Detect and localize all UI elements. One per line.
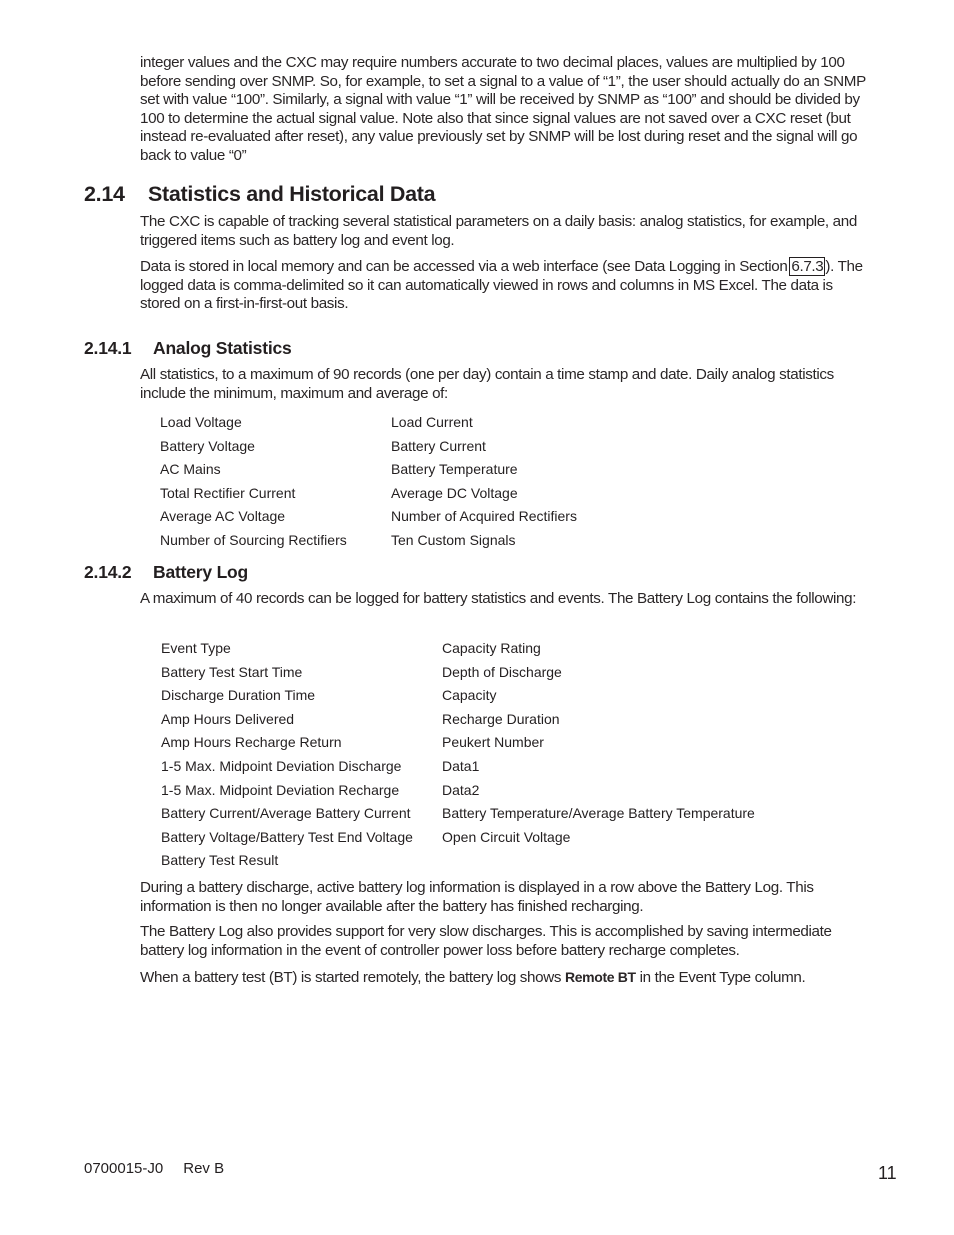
list-row: Amp Hours Delivered Recharge Duration [161, 711, 755, 735]
list-row: Battery Test Result [161, 852, 755, 876]
list-item: Recharge Duration [442, 710, 560, 727]
list-row: Load Voltage Load Current [160, 414, 577, 438]
list-row: Average AC Voltage Number of Acquired Rec… [160, 508, 577, 532]
section-title: Analog Statistics [153, 338, 292, 358]
section-heading-2-14-2: 2.14.2 Battery Log [84, 562, 248, 583]
list-row: Amp Hours Recharge Return Peukert Number [161, 734, 755, 758]
list-item: Average DC Voltage [391, 484, 518, 501]
list-item: Average AC Voltage [160, 508, 286, 525]
list-item: Number of Acquired Rectifiers [391, 508, 577, 525]
list-item: Battery Current [391, 437, 486, 454]
paragraph-text: When a battery test (BT) is started remo… [140, 969, 565, 986]
list-row: Battery Voltage/Battery Test End Voltage… [161, 829, 755, 853]
list-item: AC Mains [160, 461, 221, 478]
list-item: Load Current [391, 414, 473, 430]
list-item: 1-5 Max. Midpoint Deviation Discharge [161, 757, 402, 774]
list-item: Capacity [442, 687, 497, 704]
list-item: Battery Test Start Time [161, 663, 303, 680]
list-item: Battery Temperature [391, 461, 518, 478]
list-item: Amp Hours Recharge Return [161, 734, 342, 751]
remote-bt-paragraph: When a battery test (BT) is started remo… [140, 968, 870, 988]
slow-discharge-paragraph: The Battery Log also provides support fo… [140, 923, 832, 959]
list-item: Battery Voltage/Battery Test End Voltage [161, 828, 413, 845]
list-row: AC Mains Battery Temperature [160, 461, 577, 485]
list-row: 1-5 Max. Midpoint Deviation Discharge Dat… [161, 758, 755, 782]
list-item: Capacity Rating [442, 640, 541, 656]
intro-paragraph: integer values and the CXC may require n… [140, 54, 866, 164]
section-number: 2.14.2 [84, 562, 132, 582]
section-heading-2-14-1: 2.14.1 Analog Statistics [84, 338, 292, 359]
paragraph-text: Data is stored in local memory and can b… [140, 258, 792, 275]
list-row: Battery Test Start Time Depth of Discharg… [161, 664, 755, 688]
paragraph-text: in the Event Type column. [635, 969, 806, 986]
list-item: Data2 [442, 781, 480, 798]
list-item: Total Rectifier Current [160, 484, 296, 501]
analog-statistics-list: Load Voltage Load Current Battery Voltage… [160, 414, 577, 556]
list-row: Number of Sourcing Rectifiers Ten Custom … [160, 532, 577, 556]
statistics-paragraph-1: The CXC is capable of tracking several s… [140, 213, 857, 249]
list-row: Discharge Duration Time Capacity [161, 687, 755, 711]
list-item: Battery Current/Average Battery Current [161, 805, 411, 822]
section-heading-2-14: 2.14 Statistics and Historical Data [84, 182, 436, 207]
list-item: Data1 [442, 757, 480, 774]
list-row: Total Rectifier Current Average DC Voltag… [160, 485, 577, 509]
list-item: Depth of Discharge [442, 663, 562, 680]
section-number: 2.14 [84, 182, 125, 206]
footer-doc-info: 0700015-J0 Rev B [84, 1160, 224, 1177]
section-title: Statistics and Historical Data [148, 182, 436, 206]
list-item: Battery Test Result [161, 852, 279, 869]
section-title: Battery Log [153, 562, 249, 582]
battery-log-paragraph: A maximum of 40 records can be logged fo… [140, 590, 857, 607]
list-item: Amp Hours Delivered [161, 710, 295, 727]
list-item: Battery Voltage [160, 437, 255, 454]
list-row: Event Type Capacity Rating [161, 640, 755, 664]
list-row: 1-5 Max. Midpoint Deviation Recharge Data… [161, 782, 755, 806]
section-cross-reference-link[interactable]: 6.7.3 [789, 257, 826, 276]
list-item: Battery Temperature/Average Battery Temp… [442, 805, 755, 822]
list-item: Load Voltage [160, 414, 242, 430]
list-row: Battery Voltage Battery Current [160, 438, 577, 462]
list-item: Peukert Number [442, 734, 544, 751]
section-number: 2.14.1 [84, 338, 132, 358]
statistics-paragraph-2: Data is stored in local memory and can b… [140, 257, 870, 314]
battery-log-list: Event Type Capacity Rating Battery Test S… [161, 640, 755, 876]
battery-discharge-paragraph: During a battery discharge, active batte… [140, 879, 814, 915]
analog-statistics-paragraph: All statistics, to a maximum of 90 recor… [140, 366, 834, 402]
list-item: Event Type [161, 640, 231, 656]
doc-number: 0700015-J0 [84, 1160, 164, 1177]
list-item: Open Circuit Voltage [442, 828, 571, 845]
list-item: Discharge Duration Time [161, 687, 316, 704]
list-item: Number of Sourcing Rectifiers [160, 531, 347, 548]
list-item: 1-5 Max. Midpoint Deviation Recharge [161, 781, 400, 798]
list-item: Ten Custom Signals [391, 531, 516, 548]
remote-bt-term: Remote BT [564, 969, 636, 985]
list-row: Battery Current/Average Battery Current B… [161, 805, 755, 829]
revision-label: Rev B [183, 1160, 225, 1177]
page-number: 11 [878, 1163, 897, 1183]
